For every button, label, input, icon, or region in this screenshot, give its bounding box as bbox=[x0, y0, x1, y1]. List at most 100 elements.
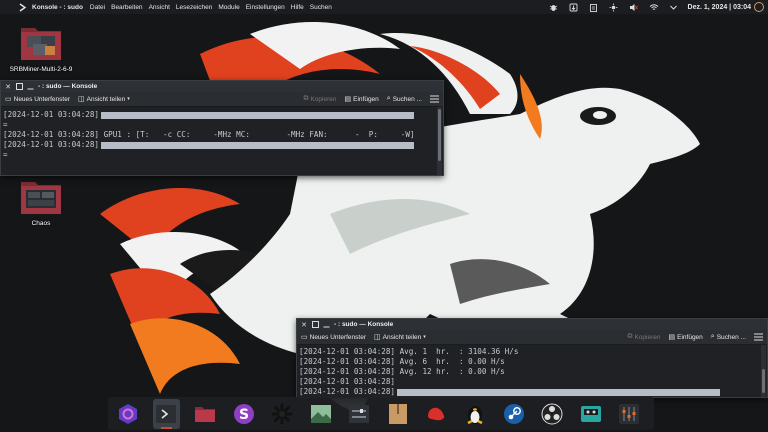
session-icon[interactable] bbox=[754, 2, 764, 12]
split-view-button[interactable]: ◫ Ansicht teilen ▾ bbox=[374, 333, 426, 342]
red-hat-icon bbox=[428, 407, 445, 420]
terminal-output[interactable]: [2024-12-01 03:04:28] Avg. 1 hr. : 3104.… bbox=[297, 345, 767, 397]
asterisk-app-icon bbox=[271, 403, 293, 424]
terminal-output[interactable]: [2024-12-01 03:04:28] = [2024-12-01 03:0… bbox=[1, 107, 443, 175]
terminal-cassette-icon bbox=[580, 405, 601, 422]
dock-item-files[interactable] bbox=[191, 399, 219, 429]
toolbar: ▭ Neues Unterfenster ◫ Ansicht teilen ▾ … bbox=[297, 330, 767, 345]
split-view-button[interactable]: ◫ Ansicht teilen ▾ bbox=[78, 95, 130, 104]
dock-item-cassette[interactable] bbox=[577, 399, 605, 429]
top-panel: Konsole - : sudo Datei Bearbeiten Ansich… bbox=[0, 0, 768, 14]
scrollbar-thumb[interactable] bbox=[762, 369, 765, 393]
toolbar: ▭ Neues Unterfenster ◫ Ansicht teilen ▾ … bbox=[1, 92, 443, 107]
bug-icon[interactable] bbox=[548, 1, 560, 13]
dock-item-launcher[interactable] bbox=[114, 399, 142, 429]
scrollbar[interactable] bbox=[761, 345, 766, 397]
close-icon[interactable]: ✕ bbox=[4, 83, 12, 91]
menu-datei[interactable]: Datei bbox=[90, 4, 105, 11]
dock: S bbox=[108, 397, 654, 430]
terminal-line: [2024-12-01 03:04:28] Avg. 12 hr. : 0.00… bbox=[299, 367, 765, 377]
copy-icon: ⧉ bbox=[627, 333, 633, 340]
konsole-window-2[interactable]: ✕ - : sudo — Konsole ▭ Neues Unterfenste… bbox=[296, 318, 768, 398]
copy-label: Kopieren bbox=[634, 333, 661, 341]
dock-item-tux[interactable] bbox=[461, 399, 489, 429]
menu-ansicht[interactable]: Ansicht bbox=[149, 4, 170, 11]
selection-highlight bbox=[397, 388, 721, 396]
update-icon[interactable] bbox=[568, 1, 580, 13]
chevron-down-icon[interactable] bbox=[668, 1, 680, 13]
network-icon[interactable] bbox=[648, 1, 660, 13]
dock-item-konsole[interactable] bbox=[152, 398, 181, 429]
minimize-icon[interactable] bbox=[26, 83, 34, 91]
maximize-icon[interactable] bbox=[15, 83, 23, 91]
line-text: Avg. 6 hr. : 0.00 H/s bbox=[395, 357, 505, 366]
clock[interactable]: Dez. 1, 2024 | 03:04 bbox=[688, 4, 751, 11]
terminal-line: [2024-12-01 03:04:28] bbox=[3, 140, 441, 150]
line-timestamp: [2024-12-01 03:04:28] bbox=[3, 110, 100, 119]
hamburger-menu-icon[interactable] bbox=[754, 333, 763, 341]
line-text: GPU1 : [T: -c CC: -MHz MC: -MHz FAN: - P… bbox=[99, 130, 415, 139]
konsole-app-icon[interactable] bbox=[17, 2, 29, 12]
titlebar[interactable]: ✕ - : sudo — Konsole bbox=[1, 81, 443, 92]
brightness-icon[interactable] bbox=[608, 1, 620, 13]
line-timestamp: [2024-12-01 03:04:28] bbox=[3, 140, 100, 149]
terminal-line: [2024-12-01 03:04:28] Avg. 6 hr. : 0.00 … bbox=[299, 357, 765, 367]
copy-label: Kopieren bbox=[310, 95, 337, 103]
paste-button[interactable]: ▤ Einfügen bbox=[669, 333, 703, 342]
maximize-icon[interactable] bbox=[311, 321, 319, 329]
find-label: Suchen ... bbox=[716, 333, 746, 341]
find-button[interactable]: ⌕ Suchen ... bbox=[711, 333, 746, 341]
new-tab-button[interactable]: ▭ Neues Unterfenster bbox=[301, 333, 366, 342]
active-app-name[interactable]: Konsole - : sudo bbox=[32, 4, 83, 11]
konsole-window-1[interactable]: ✕ - : sudo — Konsole ▭ Neues Unterfenste… bbox=[0, 80, 444, 176]
selection-highlight bbox=[101, 141, 415, 149]
app-launcher-icon bbox=[118, 403, 137, 424]
dock-item-asterisk-app[interactable] bbox=[268, 399, 296, 429]
dock-item-steam[interactable] bbox=[500, 399, 528, 429]
terminal-line: [2024-12-01 03:04:28] GPU1 : [T: -c CC: … bbox=[3, 130, 441, 140]
split-view-label: Ansicht teilen bbox=[86, 95, 126, 103]
dock-item-image-viewer[interactable] bbox=[307, 399, 335, 429]
dock-item-mixer[interactable] bbox=[616, 399, 644, 429]
desktop-folder-srbminer[interactable]: SRBMiner-Multi-2-6-9 bbox=[1, 22, 81, 73]
titlebar[interactable]: ✕ - : sudo — Konsole bbox=[297, 319, 767, 330]
menu-module[interactable]: Module bbox=[218, 4, 239, 11]
minimize-icon[interactable] bbox=[322, 321, 330, 329]
folder-icon bbox=[21, 28, 61, 60]
split-view-label: Ansicht teilen bbox=[382, 333, 422, 341]
find-button[interactable]: ⌕ Suchen ... bbox=[387, 95, 422, 103]
desktop-folder-chaos[interactable]: Chaos bbox=[1, 178, 81, 227]
window-title: - : sudo — Konsole bbox=[334, 321, 394, 328]
menu-einstellungen[interactable]: Einstellungen bbox=[246, 4, 285, 11]
find-label: Suchen ... bbox=[392, 95, 422, 103]
dock-item-system-monitor[interactable] bbox=[345, 399, 373, 429]
dock-item-red-hat[interactable] bbox=[423, 399, 451, 429]
menu-suchen[interactable]: Suchen bbox=[310, 4, 332, 11]
terminal-line: = bbox=[3, 120, 441, 130]
copy-button[interactable]: ⧉ Kopieren bbox=[303, 95, 336, 103]
search-icon: ⌕ bbox=[386, 95, 391, 102]
paste-button[interactable]: ▤ Einfügen bbox=[345, 95, 379, 104]
menu-bearbeiten[interactable]: Bearbeiten bbox=[111, 4, 142, 11]
terminal-line: [2024-12-01 03:04:28] bbox=[299, 387, 765, 397]
desktop-icon-label: SRBMiner-Multi-2-6-9 bbox=[9, 66, 73, 73]
volume-icon[interactable] bbox=[628, 1, 640, 13]
close-icon[interactable]: ✕ bbox=[300, 321, 308, 329]
dock-item-archive[interactable] bbox=[384, 399, 412, 429]
line-text: Avg. 12 hr. : 0.00 H/s bbox=[395, 367, 505, 376]
steam-icon bbox=[503, 403, 524, 424]
dock-item-s-app[interactable]: S bbox=[230, 399, 258, 429]
dock-item-obs[interactable] bbox=[538, 399, 566, 429]
line-timestamp: [2024-12-01 03:04:28] bbox=[299, 377, 396, 386]
new-tab-button[interactable]: ▭ Neues Unterfenster bbox=[5, 95, 70, 104]
clipboard-icon[interactable] bbox=[588, 1, 600, 13]
hamburger-menu-icon[interactable] bbox=[430, 95, 439, 103]
copy-button[interactable]: ⧉ Kopieren bbox=[627, 333, 660, 341]
scrollbar[interactable] bbox=[437, 107, 442, 175]
menu-hilfe[interactable]: Hilfe bbox=[291, 4, 304, 11]
scrollbar-thumb[interactable] bbox=[438, 109, 441, 161]
konsole-icon bbox=[156, 404, 177, 423]
line-timestamp: [2024-12-01 03:04:28] bbox=[3, 130, 100, 139]
desktop-icon-label: Chaos bbox=[31, 220, 51, 227]
menu-lesezeichen[interactable]: Lesezeichen bbox=[176, 4, 213, 11]
